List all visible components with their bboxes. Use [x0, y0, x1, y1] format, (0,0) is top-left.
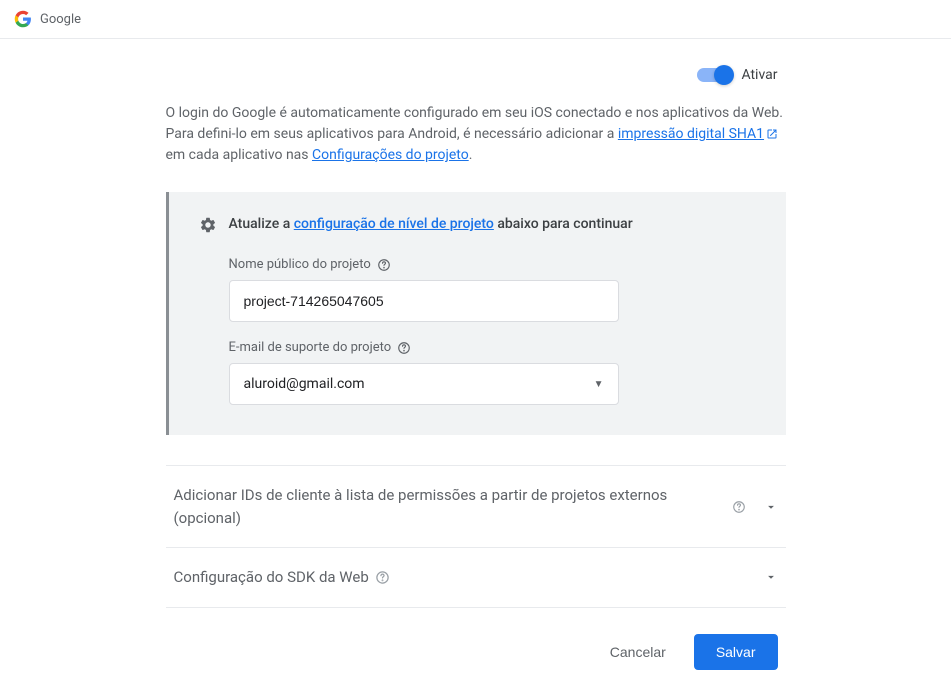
enable-toggle-row: Ativar	[166, 67, 786, 83]
help-icon[interactable]	[375, 570, 390, 585]
intro-paragraph: O login do Google é automaticamente conf…	[166, 103, 786, 166]
enable-toggle-label: Ativar	[741, 67, 777, 83]
project-name-field-group: Nome público do projeto	[229, 257, 756, 322]
project-name-input[interactable]	[229, 280, 619, 322]
accordion-header-web-sdk[interactable]: Configuração do SDK da Web	[166, 548, 786, 607]
project-settings-link[interactable]: Configurações do projeto	[312, 147, 469, 163]
config-card-header: Atualize a configuração de nível de proj…	[199, 214, 756, 235]
support-email-label: E-mail de suporte do projeto	[229, 340, 392, 355]
google-logo-icon	[14, 10, 32, 28]
config-heading-prefix: Atualize a	[229, 216, 294, 232]
project-level-config-link[interactable]: configuração de nível de projeto	[294, 216, 494, 232]
config-heading-suffix: abaixo para continuar	[494, 216, 633, 232]
accordion-title-client-ids: Adicionar IDs de cliente à lista de perm…	[174, 484, 732, 529]
footer-actions: Cancelar Salvar	[166, 608, 786, 670]
help-icon[interactable]	[732, 500, 746, 514]
support-email-label-row: E-mail de suporte do projeto	[229, 340, 756, 355]
support-email-field-group: E-mail de suporte do projeto aluroid@gma…	[229, 340, 756, 405]
header-title: Google	[40, 12, 81, 27]
main-content: Ativar O login do Google é automaticamen…	[166, 39, 786, 690]
page-header: Google	[0, 0, 951, 39]
sha1-fingerprint-link[interactable]: impressão digital SHA1	[618, 126, 778, 142]
gear-icon	[199, 216, 217, 234]
help-icon[interactable]	[397, 341, 411, 355]
save-button[interactable]: Salvar	[694, 634, 778, 670]
external-link-icon	[766, 128, 778, 140]
support-email-select[interactable]: aluroid@gmail.com ▼	[229, 363, 619, 405]
enable-toggle[interactable]	[697, 68, 731, 82]
accordion-item-web-sdk: Configuração do SDK da Web	[166, 547, 786, 607]
config-heading: Atualize a configuração de nível de proj…	[229, 214, 633, 235]
chevron-down-icon	[764, 500, 778, 514]
dropdown-arrow-icon: ▼	[594, 379, 604, 390]
toggle-knob	[714, 65, 734, 85]
intro-text-3: .	[469, 147, 473, 163]
accordion-group: Adicionar IDs de cliente à lista de perm…	[166, 465, 786, 608]
cancel-button[interactable]: Cancelar	[606, 636, 670, 668]
support-email-select-wrap: aluroid@gmail.com ▼	[229, 363, 619, 405]
accordion-header-client-ids[interactable]: Adicionar IDs de cliente à lista de perm…	[166, 466, 786, 547]
help-icon[interactable]	[377, 258, 391, 272]
project-config-card: Atualize a configuração de nível de proj…	[166, 192, 786, 435]
intro-text-2: em cada aplicativo nas	[166, 147, 313, 163]
support-email-value: aluroid@gmail.com	[244, 376, 365, 392]
project-name-label-row: Nome público do projeto	[229, 257, 756, 272]
accordion-item-client-ids: Adicionar IDs de cliente à lista de perm…	[166, 465, 786, 547]
chevron-down-icon	[764, 570, 778, 584]
accordion-title-web-sdk: Configuração do SDK da Web	[174, 566, 369, 589]
project-name-label: Nome público do projeto	[229, 257, 371, 272]
